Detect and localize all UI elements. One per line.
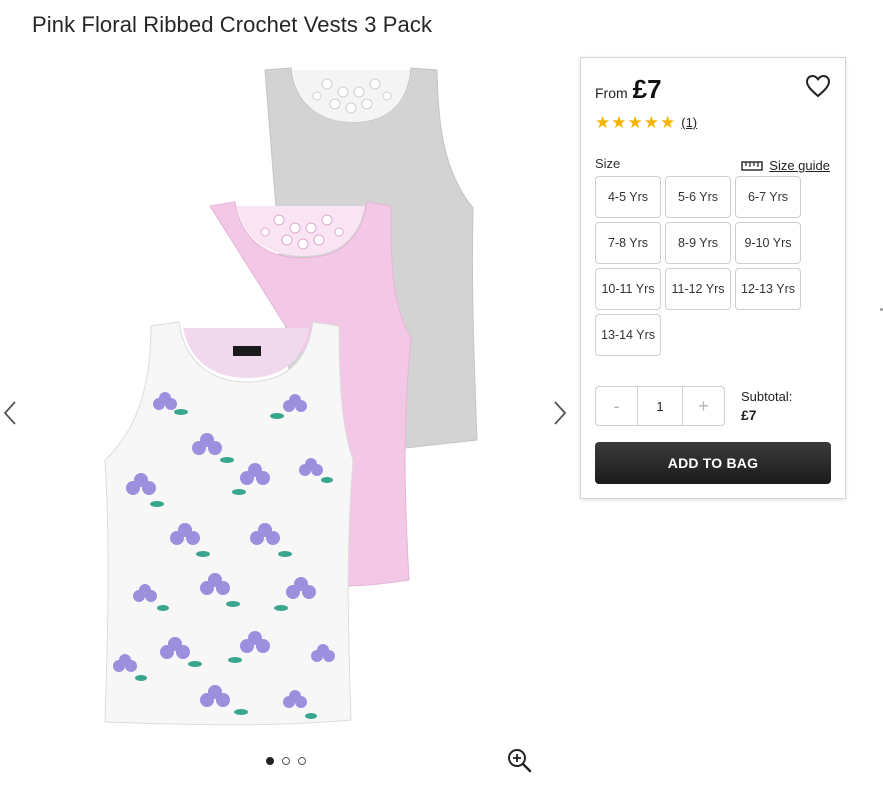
gallery-prev-button[interactable] <box>0 398 22 428</box>
product-image[interactable] <box>95 60 515 740</box>
size-options: 4-5 Yrs 5-6 Yrs 6-7 Yrs 7-8 Yrs 8-9 Yrs … <box>595 176 835 356</box>
price-from-label: From <box>595 85 628 101</box>
pagination-dot[interactable] <box>282 757 290 765</box>
gallery-next-button[interactable] <box>548 398 570 428</box>
ruler-icon <box>741 160 763 171</box>
subtotal-value: £7 <box>741 407 757 423</box>
subtotal-label: Subtotal: <box>741 389 793 404</box>
size-option[interactable]: 6-7 Yrs <box>735 176 801 218</box>
rating: ★ ★ ★ ★ ★ (1) <box>595 114 697 131</box>
size-guide-link[interactable]: Size guide <box>741 158 830 173</box>
size-option[interactable]: 11-12 Yrs <box>665 268 731 310</box>
product-title: Pink Floral Ribbed Crochet Vests 3 Pack <box>32 12 433 37</box>
gallery-pagination <box>266 757 306 765</box>
quantity-decrease-button[interactable]: - <box>596 387 637 425</box>
quantity-increase-button[interactable]: + <box>683 387 724 425</box>
wishlist-button[interactable] <box>805 74 831 98</box>
size-label: Size <box>595 156 621 171</box>
zoom-in-icon <box>508 749 532 773</box>
size-option[interactable]: 9-10 Yrs <box>735 222 801 264</box>
quantity-input[interactable] <box>637 387 683 425</box>
pagination-dot[interactable] <box>298 757 306 765</box>
review-count-link[interactable]: (1) <box>681 115 697 130</box>
size-option[interactable]: 4-5 Yrs <box>595 176 661 218</box>
star-icon: ★ <box>643 113 659 132</box>
pagination-dot[interactable] <box>266 757 274 765</box>
size-option[interactable]: 7-8 Yrs <box>595 222 661 264</box>
zoom-button[interactable] <box>506 747 532 773</box>
price-row: From £7 <box>595 74 662 105</box>
star-icon: ★ <box>660 113 676 132</box>
star-icon: ★ <box>627 113 643 132</box>
size-option[interactable]: 8-9 Yrs <box>665 222 731 264</box>
size-guide-label: Size guide <box>769 158 830 173</box>
heart-icon <box>805 74 831 98</box>
star-icon: ★ <box>595 113 611 132</box>
chevron-right-icon <box>554 401 567 425</box>
add-to-bag-button[interactable]: ADD TO BAG <box>595 442 831 484</box>
size-option[interactable]: 10-11 Yrs <box>595 268 661 310</box>
purchase-panel: From £7 ★ ★ ★ ★ ★ (1) Size Size guide 4-… <box>580 57 846 499</box>
chevron-left-icon <box>3 401 16 425</box>
star-icon: ★ <box>611 113 627 132</box>
size-option[interactable]: 5-6 Yrs <box>665 176 731 218</box>
size-option[interactable]: 12-13 Yrs <box>735 268 801 310</box>
size-option[interactable]: 13-14 Yrs <box>595 314 661 356</box>
vests-illustration <box>104 67 478 726</box>
subtotal: Subtotal: £7 <box>741 388 792 424</box>
floral-vest <box>104 321 354 726</box>
quantity-stepper: - + <box>595 386 725 426</box>
price-value: £7 <box>632 74 662 104</box>
